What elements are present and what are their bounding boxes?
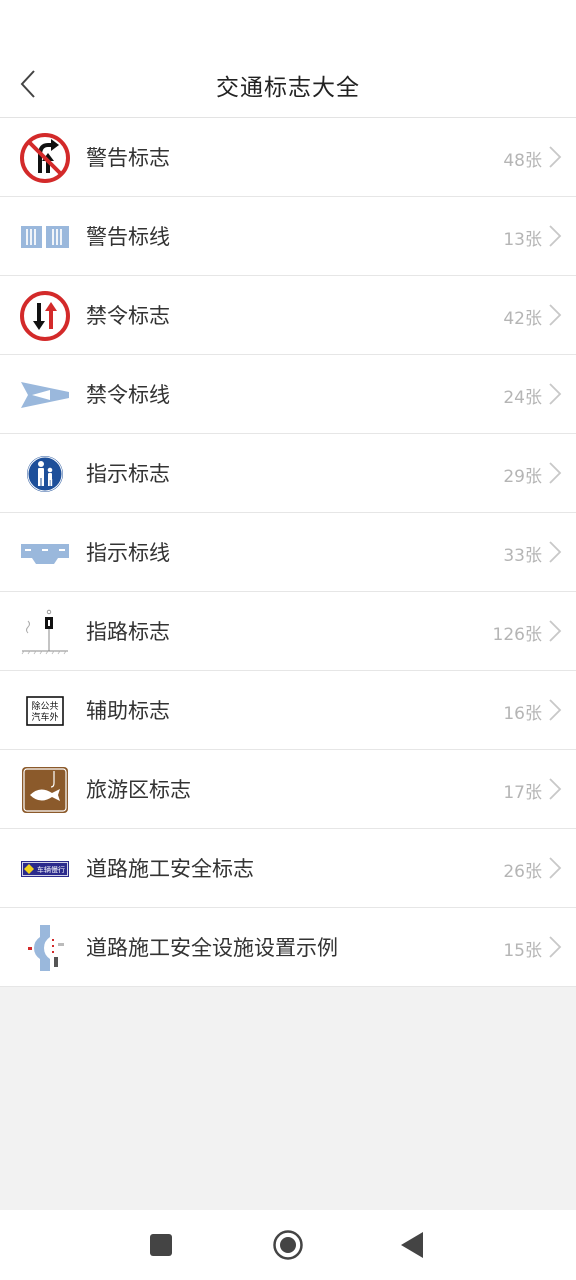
- auxiliary-sign-icon: 除公共 汽车外: [20, 686, 70, 736]
- home-circle-icon: [273, 1230, 303, 1260]
- list-item[interactable]: 指路标志 126张: [0, 592, 576, 671]
- item-label: 禁令标线: [86, 383, 170, 407]
- chevron-right-icon: [549, 541, 562, 563]
- list-item[interactable]: 禁令标志 42张: [0, 276, 576, 355]
- list-item[interactable]: 禁令标线 24张: [0, 355, 576, 434]
- pedestrian-sign-icon: [20, 449, 70, 499]
- item-label: 禁令标志: [86, 304, 170, 328]
- item-count: 26张: [503, 862, 542, 882]
- square-icon: [150, 1234, 172, 1256]
- item-count: 48张: [503, 151, 542, 171]
- chevron-right-icon: [549, 620, 562, 642]
- chevron-right-icon: [549, 304, 562, 326]
- item-label: 警告标志: [86, 146, 170, 170]
- item-label: 警告标线: [86, 225, 170, 249]
- item-count: 24张: [503, 388, 542, 408]
- item-label: 道路施工安全标志: [86, 857, 254, 881]
- sign-text-line-1: 除公共: [31, 700, 58, 712]
- lane-merge-marking-icon: [20, 370, 70, 420]
- chevron-right-icon: [549, 857, 562, 879]
- fishing-sign-icon: [20, 765, 70, 815]
- item-count: 126张: [492, 625, 542, 645]
- item-count: 17张: [503, 783, 542, 803]
- item-count: 15张: [503, 941, 542, 961]
- item-count: 16张: [503, 704, 542, 724]
- sign-text-line-2: 汽车外: [31, 711, 58, 723]
- item-label: 旅游区标志: [86, 778, 191, 802]
- item-label: 辅助标志: [86, 699, 170, 723]
- lane-guide-marking-icon: [20, 528, 70, 578]
- list-item[interactable]: 旅游区标志 17张: [0, 750, 576, 829]
- item-count: 33张: [503, 546, 542, 566]
- list-item[interactable]: 指示标志 29张: [0, 434, 576, 513]
- list-item[interactable]: 指示标线 33张: [0, 513, 576, 592]
- chevron-right-icon: [549, 778, 562, 800]
- construction-layout-icon: [20, 923, 70, 973]
- chevron-right-icon: [549, 146, 562, 168]
- item-label: 指路标志: [86, 620, 170, 644]
- item-count: 29张: [503, 467, 542, 487]
- page-title: 交通标志大全: [216, 75, 360, 101]
- chevron-right-icon: [549, 462, 562, 484]
- recent-apps-button[interactable]: [143, 1227, 179, 1263]
- item-label: 指示标志: [86, 462, 170, 486]
- item-count: 42张: [503, 309, 542, 329]
- list-item[interactable]: 道路施工安全设施设置示例 15张: [0, 908, 576, 987]
- chevron-right-icon: [549, 225, 562, 247]
- item-label: 指示标线: [86, 541, 170, 565]
- list-item[interactable]: 警告标志 48张: [0, 118, 576, 197]
- sign-text: 车辆慢行: [37, 865, 65, 874]
- item-label: 道路施工安全设施设置示例: [86, 936, 338, 960]
- system-nav-bar: [0, 1210, 576, 1280]
- header: 交通标志大全: [0, 46, 576, 118]
- list-item[interactable]: 车辆慢行 道路施工安全标志 26张: [0, 829, 576, 908]
- construction-sign-icon: 车辆慢行: [20, 844, 70, 894]
- list-item[interactable]: 除公共 汽车外 辅助标志 16张: [0, 671, 576, 750]
- signpost-icon: [20, 607, 70, 657]
- item-count: 13张: [503, 230, 542, 250]
- road-marking-icon: [20, 212, 70, 262]
- status-bar: [0, 0, 576, 46]
- no-turn-sign-icon: [20, 133, 70, 183]
- home-button[interactable]: [270, 1227, 306, 1263]
- triangle-back-icon: [401, 1232, 423, 1258]
- chevron-right-icon: [549, 383, 562, 405]
- chevron-right-icon: [549, 936, 562, 958]
- list-item[interactable]: 警告标线 13张: [0, 197, 576, 276]
- chevron-right-icon: [549, 699, 562, 721]
- back-nav-button[interactable]: [394, 1227, 430, 1263]
- oncoming-priority-sign-icon: [20, 291, 70, 341]
- sign-category-list: 警告标志 48张 警告标线 13张 禁令标志 42张 禁令标线 24张 指示标志…: [0, 118, 576, 987]
